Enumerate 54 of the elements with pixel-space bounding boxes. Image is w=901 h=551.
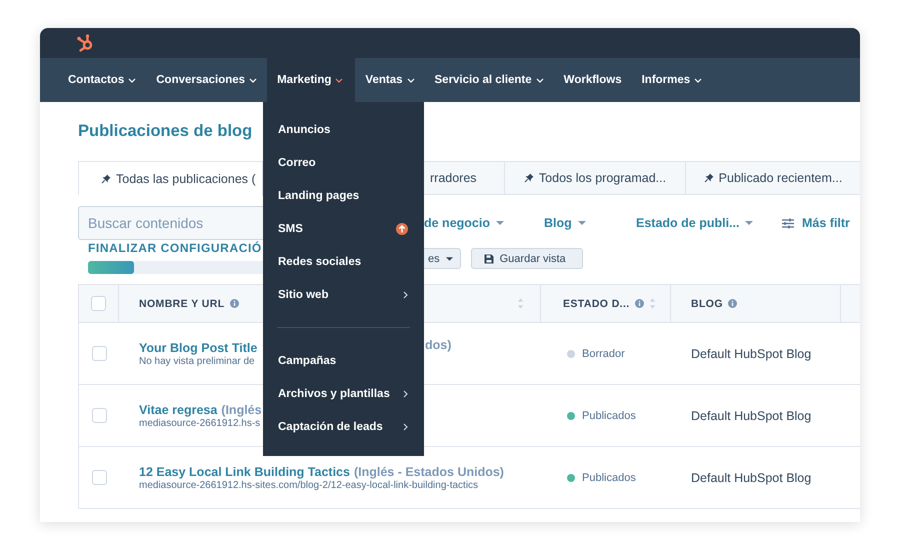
save-icon [484, 254, 494, 264]
nav-menu-item[interactable]: Servicio al cliente [424, 58, 554, 102]
nav-menu-item[interactable]: Marketing [267, 58, 356, 102]
menu-item[interactable]: Redes sociales [263, 245, 424, 278]
filter-dropdown[interactable]: Estado de publi... [636, 216, 782, 230]
nav-menu-item[interactable]: Informes [632, 58, 712, 102]
menu-item[interactable]: SMS [263, 212, 424, 245]
sliders-icon [782, 218, 794, 228]
search-field[interactable]: Buscar contenidos [78, 206, 263, 240]
page-title: Publicaciones de blog [78, 121, 252, 142]
post-url: mediasource-2661912.hs-s [139, 418, 260, 428]
blog-name: Default HubSpot Blog [691, 408, 812, 422]
menu-item[interactable]: Archivos y plantillas [263, 377, 424, 410]
blog-name: Default HubSpot Blog [691, 346, 812, 360]
checkbox[interactable] [92, 408, 106, 423]
post-url: mediasource-2661912.hs-sites.com/blog-2/12-easy-local-link-building-tactics [139, 480, 478, 490]
menu-item[interactable]: Sitio web [263, 278, 424, 311]
status-text: Publicados [582, 410, 636, 422]
post-title-link[interactable]: Vitae regresa (Inglés [139, 402, 262, 416]
menu-item[interactable]: Campañas [263, 344, 424, 377]
view-button[interactable]: es [424, 248, 461, 269]
status-text: Borrador [582, 348, 625, 360]
caret-icon [578, 221, 586, 225]
blog-name: Default HubSpot Blog [691, 470, 812, 484]
setup-link[interactable]: FINALIZAR CONFIGURACIÓ [88, 241, 263, 255]
view-button[interactable]: Guardar vista [470, 248, 583, 269]
checkbox[interactable] [91, 296, 106, 311]
sort-icon[interactable] [648, 297, 656, 310]
sort-icon[interactable] [517, 297, 524, 310]
column-header[interactable]: NOMBRE Y URL [139, 298, 225, 310]
menu-item[interactable]: Correo [263, 146, 424, 179]
nav-menu-item[interactable]: Ventas [355, 58, 424, 102]
view-tab[interactable]: Todas las publicaciones ( [79, 162, 263, 196]
column-header[interactable]: ESTADO D... [563, 298, 630, 310]
filter-dropdown[interactable]: Más filtr [782, 216, 850, 230]
caret-icon [496, 221, 504, 225]
column-header[interactable]: BLOG [691, 298, 723, 310]
post-title-link[interactable]: 12 Easy Local Link Building Tactics (Inglés - Estados Unidos) [139, 464, 504, 478]
post-language: dos) [425, 338, 452, 352]
menu-item[interactable]: Landing pages [263, 179, 424, 212]
status-text: Publicados [582, 472, 636, 484]
nav-menu-item[interactable]: Workflows [554, 58, 632, 102]
nav-menu-item[interactable]: Conversaciones [146, 58, 268, 102]
caret-icon [446, 256, 453, 260]
checkbox[interactable] [92, 470, 106, 485]
nav-menu-item[interactable]: Contactos [58, 58, 146, 102]
menu-item[interactable]: Anuncios [263, 113, 424, 146]
menu-item[interactable]: Captación de leads [263, 410, 424, 443]
checkbox[interactable] [92, 346, 106, 361]
post-title-link[interactable]: Your Blog Post Title [139, 340, 258, 354]
caret-icon [745, 221, 754, 225]
filter-dropdown[interactable]: de negocio [424, 216, 544, 230]
filter-dropdown[interactable]: Blog [544, 216, 636, 230]
post-url: No hay vista preliminar de [139, 356, 255, 366]
